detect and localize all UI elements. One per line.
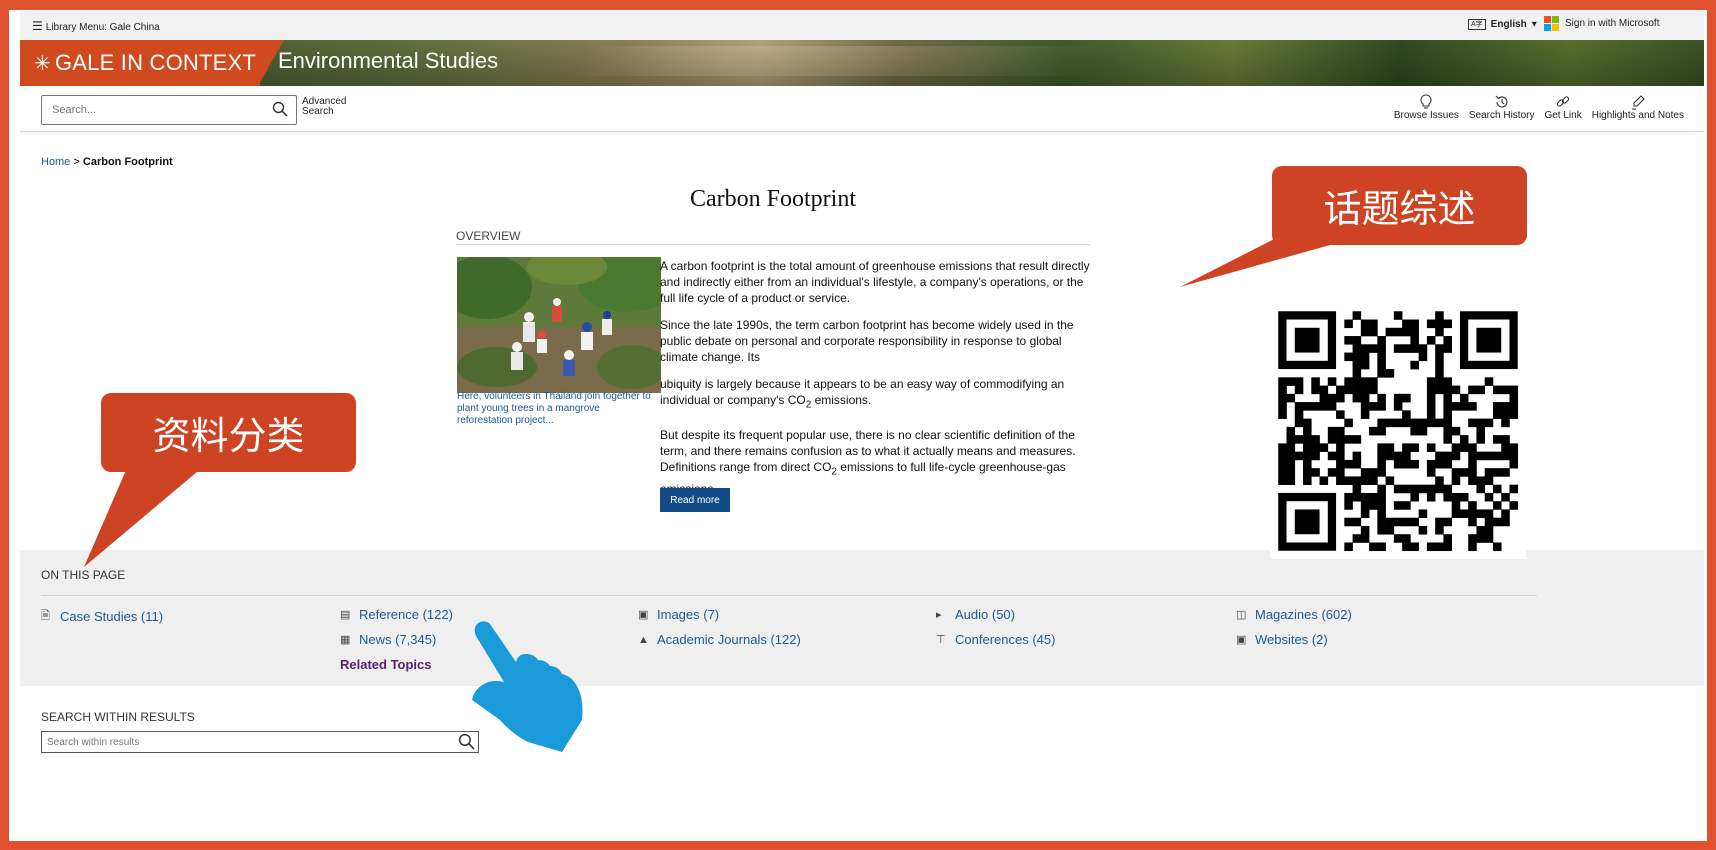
search-history-button[interactable]: Search History — [1468, 94, 1535, 121]
breadcrumb: Home > Carbon Footprint — [41, 156, 173, 168]
sign-in-label: Sign in with Microsoft — [1565, 18, 1660, 29]
search-within-input[interactable] — [45, 732, 449, 753]
breadcrumb-current: Carbon Footprint — [82, 156, 173, 168]
search-within-label: SEARCH WITHIN RESULTS — [41, 710, 195, 724]
banner: ✳ GALE IN CONTEXT Environmental Studies — [20, 40, 1704, 86]
overview-divider — [456, 244, 1090, 245]
link-academic-journals[interactable]: ▲ Academic Journals (122) — [638, 632, 801, 647]
history-icon — [1494, 94, 1510, 110]
highlights-notes-button[interactable]: Highlights and Notes — [1592, 94, 1684, 121]
link-case-studies[interactable]: 🗎 Case Studies (11) — [41, 607, 163, 626]
overview-paragraph-3: ubiquity is largely because it appears t… — [660, 377, 1065, 411]
overview-text: A carbon footprint is the total amount o… — [660, 258, 1096, 508]
language-icon: A字 — [1468, 19, 1486, 30]
utility-bar: ☰ Library Menu: Gale China A字 English ▾ S… — [20, 11, 1704, 41]
sign-in-microsoft[interactable]: Sign in with Microsoft — [1544, 16, 1659, 31]
link-images[interactable]: ▣ Images (7) — [638, 607, 719, 622]
overview-label: OVERVIEW — [456, 229, 521, 243]
link-magazines[interactable]: ◫ Magazines (602) — [1236, 607, 1352, 622]
breadcrumb-separator: > — [73, 156, 80, 168]
podium-icon: ⊤ — [936, 634, 946, 646]
page: ☰ Library Menu: Gale China A字 English ▾ S… — [20, 11, 1704, 845]
search-within-box — [41, 731, 479, 753]
product-title[interactable]: Environmental Studies — [278, 48, 498, 74]
browser-icon: ▣ — [1236, 634, 1247, 646]
advanced-search-link[interactable]: Advanced Search — [302, 97, 348, 117]
brand-logo[interactable]: ✳ GALE IN CONTEXT — [20, 40, 260, 86]
hamburger-icon: ☰ — [32, 19, 43, 33]
callout-categories: 资料分类 — [101, 393, 356, 472]
document-icon: 🗎 — [41, 610, 50, 622]
language-label: English — [1490, 19, 1527, 30]
toolbar-actions: Browse Issues Search History Get Link Hi… — [1394, 94, 1684, 121]
highlights-notes-label: Highlights and Notes — [1591, 110, 1684, 121]
search-input[interactable] — [50, 96, 254, 124]
get-link-button[interactable]: Get Link — [1544, 94, 1582, 121]
get-link-label: Get Link — [1544, 110, 1582, 121]
search-box — [41, 95, 297, 125]
overview-paragraph-4: But despite its frequent popular use, th… — [660, 428, 1076, 495]
newspaper-icon: ▦ — [340, 634, 351, 646]
pointing-hand-icon — [466, 616, 586, 761]
on-this-page-section: ON THIS PAGE 🗎 Case Studies (11) ▤ Referen… — [20, 550, 1704, 686]
overview-photo[interactable] — [457, 257, 661, 393]
related-topics-link[interactable]: Related Topics — [340, 657, 432, 672]
page-title: Carbon Footprint — [690, 186, 856, 212]
link-conferences[interactable]: ⊤ Conferences (45) — [936, 632, 1055, 647]
browse-issues-label: Browse Issues — [1393, 110, 1459, 121]
link-news[interactable]: ▦ News (7,345) — [340, 632, 436, 647]
library-menu[interactable]: ☰ Library Menu: Gale China — [32, 19, 160, 33]
graduation-cap-icon: ▲ — [638, 633, 649, 646]
speaker-icon: ▸ — [936, 609, 942, 621]
search-icon[interactable] — [272, 101, 288, 122]
link-audio[interactable]: ▸ Audio (50) — [936, 607, 1015, 622]
qr-code — [1270, 303, 1526, 559]
link-icon — [1555, 94, 1571, 110]
link-websites[interactable]: ▣ Websites (2) — [1236, 632, 1328, 647]
read-more-button[interactable]: Read more — [660, 488, 730, 512]
overview-paragraph-1: A carbon footprint is the total amount o… — [660, 259, 1090, 305]
lightbulb-icon — [1419, 94, 1433, 110]
language-selector[interactable]: A字 English ▾ — [1468, 19, 1537, 30]
caret-down-icon: ▾ — [1531, 19, 1537, 30]
overview-paragraph-2: Since the late 1990s, the term carbon fo… — [660, 318, 1074, 364]
open-book-icon: ◫ — [1236, 609, 1247, 621]
breadcrumb-home[interactable]: Home — [41, 156, 70, 168]
microsoft-logo-icon — [1544, 16, 1559, 31]
browse-issues-button[interactable]: Browse Issues — [1394, 94, 1459, 121]
callout-tail-categories — [84, 461, 210, 567]
search-toolbar: Advanced Search Browse Issues Search His… — [20, 86, 1704, 132]
library-menu-label: Library Menu: Gale China — [45, 22, 160, 33]
photo-caption[interactable]: Here, volunteers in Thailand join togeth… — [457, 391, 651, 427]
image-icon: ▣ — [638, 609, 649, 621]
highlighter-icon — [1630, 94, 1646, 110]
callout-topic-overview: 话题综述 — [1272, 166, 1527, 245]
link-reference[interactable]: ▤ Reference (122) — [340, 607, 453, 622]
search-history-label: Search History — [1468, 110, 1535, 121]
gale-spark-icon: ✳ — [34, 52, 51, 75]
brand-name: GALE IN CONTEXT — [54, 50, 257, 75]
book-icon: ▤ — [340, 609, 351, 621]
